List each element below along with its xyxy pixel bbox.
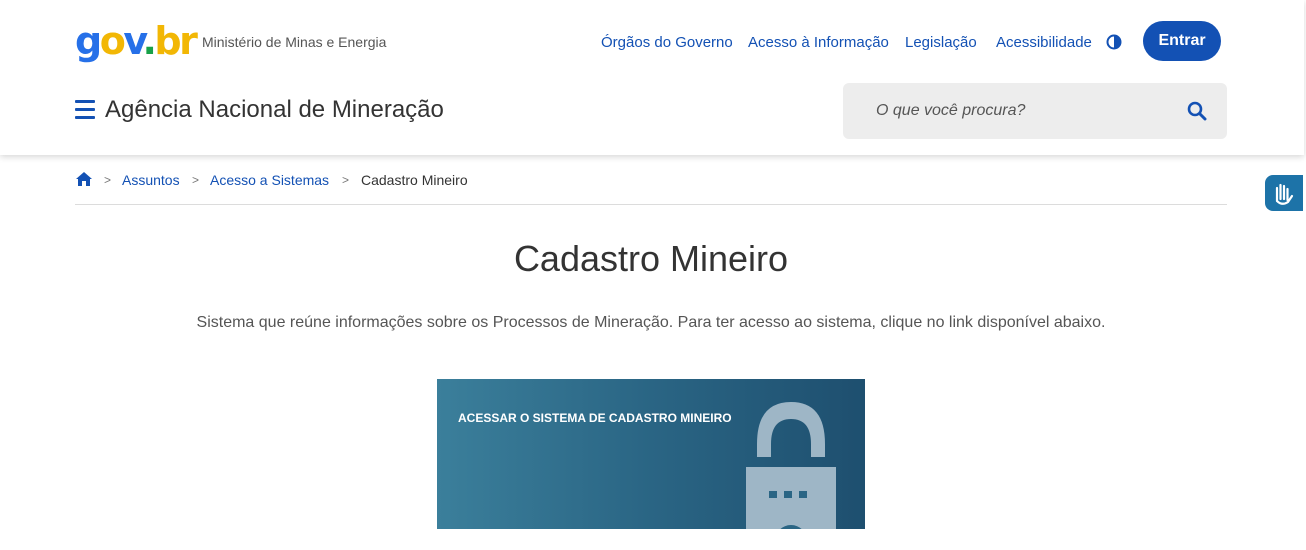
ministry-name: Ministério de Minas e Energia (202, 34, 387, 50)
banner-label: ACESSAR O SISTEMA DE CADASTRO MINEIRO (458, 411, 732, 425)
agency-title: Agência Nacional de Mineração (105, 96, 444, 123)
breadcrumb-separator: > (192, 173, 200, 187)
link-acesso-informacao[interactable]: Acesso à Informação (748, 34, 889, 51)
divider (75, 204, 1227, 205)
page-description: Sistema que reúne informações sobre os P… (196, 314, 1106, 331)
vlibras-hand-icon (1275, 183, 1294, 205)
breadcrumb-separator: > (342, 173, 350, 187)
page-title: Cadastro Mineiro (513, 238, 789, 279)
breadcrumb-current: Cadastro Mineiro (361, 172, 468, 188)
contrast-icon[interactable] (1106, 34, 1122, 50)
link-acessibilidade[interactable]: Acessibilidade (996, 34, 1092, 51)
search-box[interactable]: O que você procura? (843, 83, 1227, 139)
home-icon[interactable] (75, 171, 93, 187)
hamburger-menu-icon[interactable] (75, 100, 95, 120)
breadcrumb-separator: > (104, 173, 112, 187)
search-icon[interactable] (1187, 101, 1207, 121)
breadcrumb-acesso-sistemas[interactable]: Acesso a Sistemas (210, 172, 329, 188)
breadcrumb-assuntos[interactable]: Assuntos (122, 172, 180, 188)
site-header: gov.br Ministério de Minas e Energia Órg… (0, 0, 1304, 155)
govbr-logo[interactable]: gov.br (75, 16, 198, 66)
access-system-banner[interactable]: ACESSAR O SISTEMA DE CADASTRO MINEIRO (437, 379, 865, 529)
vlibras-button[interactable] (1265, 175, 1303, 211)
search-input[interactable]: O que você procura? (876, 102, 1025, 120)
link-legislacao[interactable]: Legislação (905, 34, 977, 51)
login-button[interactable]: Entrar (1143, 21, 1221, 61)
link-orgaos-governo[interactable]: Órgãos do Governo (601, 34, 733, 51)
lock-icon (746, 402, 836, 529)
